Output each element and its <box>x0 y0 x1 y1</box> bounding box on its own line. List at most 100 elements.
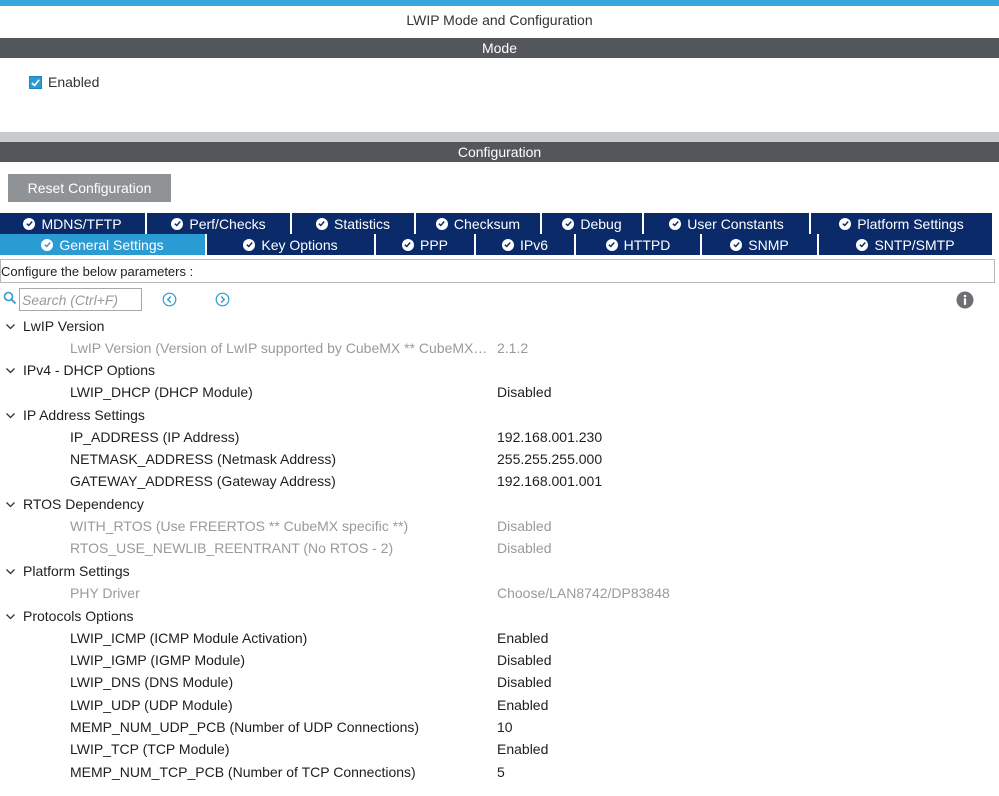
check-circle-icon <box>839 217 852 230</box>
param-row-phy-driver[interactable]: PHY Driver Choose/LAN8742/DP83848 <box>0 582 999 604</box>
chevron-down-icon[interactable] <box>5 499 16 510</box>
check-circle-icon <box>856 238 869 251</box>
tab-perf-checks[interactable]: Perf/Checks <box>147 213 292 234</box>
tab-label: SNTP/SMTP <box>874 236 955 253</box>
tab-general-settings[interactable]: General Settings <box>0 234 207 255</box>
group-ip-address-settings[interactable]: IP Address Settings <box>0 404 999 426</box>
tab-label: HTTPD <box>623 236 671 253</box>
tab-mdns-tftp[interactable]: MDNS/TFTP <box>0 213 147 234</box>
param-value[interactable]: Disabled <box>497 381 551 403</box>
enabled-checkbox[interactable] <box>29 75 42 89</box>
chevron-down-icon[interactable] <box>5 566 16 577</box>
param-value[interactable]: Disabled <box>497 649 551 671</box>
param-row-lwip-icmp[interactable]: LWIP_ICMP (ICMP Module Activation) Enabl… <box>0 627 999 649</box>
group-rtos-dependency[interactable]: RTOS Dependency <box>0 493 999 515</box>
group-protocols-options[interactable]: Protocols Options <box>0 605 999 627</box>
param-value[interactable]: Enabled <box>497 627 548 649</box>
param-value: Choose/LAN8742/DP83848 <box>497 585 670 601</box>
param-value[interactable]: 5 <box>497 761 505 783</box>
group-platform-settings[interactable]: Platform Settings <box>0 560 999 582</box>
param-value[interactable]: 192.168.001.230 <box>497 426 602 448</box>
param-name: NETMASK_ADDRESS (Netmask Address) <box>70 451 337 467</box>
search-icon[interactable] <box>3 291 17 305</box>
tab-label: General Settings <box>59 236 164 253</box>
check-circle-icon <box>171 217 184 230</box>
param-row-netmask-address[interactable]: NETMASK_ADDRESS (Netmask Address) 255.25… <box>0 448 999 470</box>
check-circle-icon <box>730 238 743 251</box>
tab-user-constants[interactable]: User Constants <box>644 213 811 234</box>
group-label: IPv4 - DHCP Options <box>23 362 156 378</box>
param-row-rtos-newlib-reentrant[interactable]: RTOS_USE_NEWLIB_REENTRANT (No RTOS - 2) … <box>0 537 999 559</box>
tab-label: IPv6 <box>519 236 548 253</box>
tab-ppp[interactable]: PPP <box>376 234 476 255</box>
group-label: LwIP Version <box>23 318 105 334</box>
check-circle-icon <box>23 217 36 230</box>
tab-ipv6[interactable]: IPv6 <box>476 234 576 255</box>
info-icon[interactable] <box>956 291 974 309</box>
param-value[interactable]: Disabled <box>497 671 551 693</box>
tab-httpd[interactable]: HTTPD <box>576 234 702 255</box>
enabled-checkbox-row[interactable]: Enabled <box>29 74 99 90</box>
param-row-gateway-address[interactable]: GATEWAY_ADDRESS (Gateway Address) 192.16… <box>0 470 999 492</box>
param-row-with-rtos[interactable]: WITH_RTOS (Use FREERTOS ** CubeMX specif… <box>0 515 999 537</box>
param-value[interactable]: 192.168.001.001 <box>497 470 602 492</box>
search-next-icon[interactable] <box>215 292 230 307</box>
search-input[interactable] <box>19 288 142 311</box>
chevron-down-icon[interactable] <box>5 611 16 622</box>
param-value[interactable]: 255.255.255.000 <box>497 448 602 470</box>
chevron-down-icon[interactable] <box>5 365 16 376</box>
tab-checksum[interactable]: Checksum <box>416 213 542 234</box>
tab-label: Perf/Checks <box>189 215 266 232</box>
param-value[interactable]: 10 <box>497 716 513 738</box>
param-row-lwip-udp[interactable]: LWIP_UDP (UDP Module) Enabled <box>0 694 999 716</box>
param-row-ip-address[interactable]: IP_ADDRESS (IP Address) 192.168.001.230 <box>0 426 999 448</box>
param-row-memp-num-udp-pcb[interactable]: MEMP_NUM_UDP_PCB (Number of UDP Connecti… <box>0 716 999 738</box>
reset-configuration-button[interactable]: Reset Configuration <box>8 174 171 202</box>
check-circle-icon <box>669 217 682 230</box>
mode-header: Mode <box>0 38 999 58</box>
param-name: IP_ADDRESS (IP Address) <box>70 429 240 445</box>
param-name: RTOS_USE_NEWLIB_REENTRANT (No RTOS - 2) <box>70 540 394 556</box>
param-name: MEMP_NUM_TCP_PCB (Number of TCP Connecti… <box>70 764 416 780</box>
param-row-lwip-version[interactable]: LwIP Version (Version of LwIP supported … <box>0 337 999 359</box>
group-lwip-version[interactable]: LwIP Version <box>0 315 999 337</box>
param-value[interactable]: Enabled <box>497 738 548 760</box>
group-ipv4-dhcp[interactable]: IPv4 - DHCP Options <box>0 359 999 381</box>
param-name: LWIP_DNS (DNS Module) <box>70 674 234 690</box>
tab-row-lower: General Settings Key Options PPP IPv6 HT… <box>0 234 992 255</box>
tab-snmp[interactable]: SNMP <box>702 234 819 255</box>
check-circle-icon <box>562 217 575 230</box>
check-circle-icon <box>401 238 414 251</box>
param-row-lwip-dns[interactable]: LWIP_DNS (DNS Module) Disabled <box>0 671 999 693</box>
param-value[interactable]: Enabled <box>497 694 548 716</box>
tab-label: Platform Settings <box>857 215 964 232</box>
tab-sntp-smtp[interactable]: SNTP/SMTP <box>819 234 992 255</box>
param-row-memp-num-tcp-pcb[interactable]: MEMP_NUM_TCP_PCB (Number of TCP Connecti… <box>0 761 999 783</box>
tab-platform-settings[interactable]: Platform Settings <box>811 213 992 234</box>
param-name: GATEWAY_ADDRESS (Gateway Address) <box>70 473 336 489</box>
tab-key-options[interactable]: Key Options <box>207 234 376 255</box>
param-name: LWIP_ICMP (ICMP Module Activation) <box>70 630 308 646</box>
param-row-lwip-igmp[interactable]: LWIP_IGMP (IGMP Module) Disabled <box>0 649 999 671</box>
search-previous-icon[interactable] <box>162 292 177 307</box>
tab-statistics[interactable]: Statistics <box>292 213 416 234</box>
tab-label: Checksum <box>453 215 521 232</box>
param-row-lwip-dhcp[interactable]: LWIP_DHCP (DHCP Module) Disabled <box>0 381 999 403</box>
window-title: LWIP Mode and Configuration <box>406 12 593 28</box>
group-label: Platform Settings <box>23 563 130 579</box>
tab-debug[interactable]: Debug <box>542 213 644 234</box>
chevron-down-icon[interactable] <box>5 410 16 421</box>
tab-label: Debug <box>580 215 622 232</box>
param-row-lwip-tcp[interactable]: LWIP_TCP (TCP Module) Enabled <box>0 738 999 760</box>
tab-label: MDNS/TFTP <box>41 215 122 232</box>
chevron-down-icon[interactable] <box>5 321 16 332</box>
group-label: RTOS Dependency <box>23 496 144 512</box>
group-label: IP Address Settings <box>23 407 145 423</box>
tab-label: Statistics <box>333 215 390 232</box>
parameters-description: Configure the below parameters : <box>0 259 995 283</box>
check-circle-icon <box>41 238 54 251</box>
mode-panel <box>0 58 999 132</box>
check-circle-icon <box>435 217 448 230</box>
param-name: MEMP_NUM_UDP_PCB (Number of UDP Connecti… <box>70 719 420 735</box>
param-name: LwIP Version (Version of LwIP supported … <box>70 340 490 356</box>
